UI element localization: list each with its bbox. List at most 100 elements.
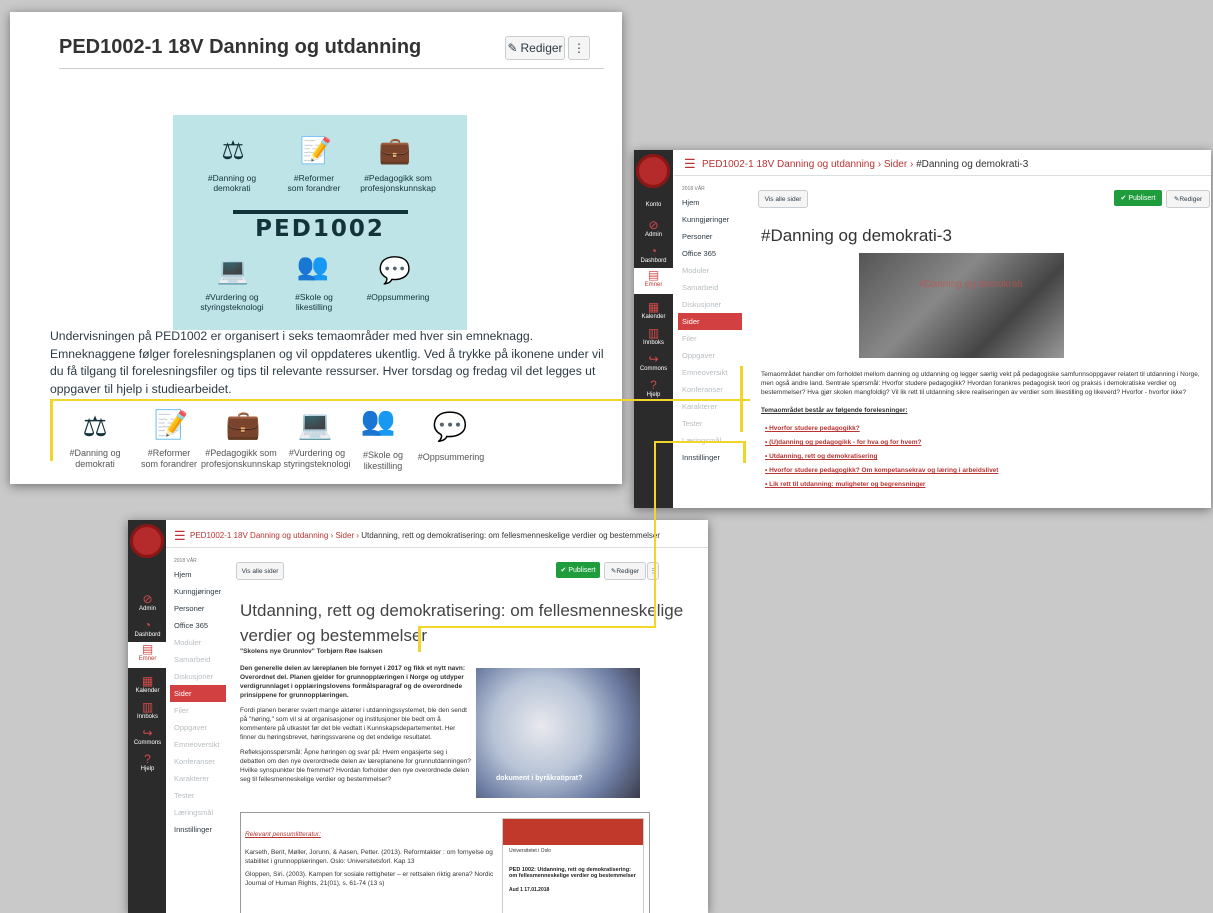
course-nav-item[interactable]: Filer: [170, 702, 226, 719]
course-nav-item[interactable]: Personer: [678, 228, 742, 245]
nav-dashboard[interactable]: ◔ Dashbord: [634, 244, 673, 264]
course-nav: 2018 VÅR Hjem Kunngjøringer Personer Off…: [170, 558, 226, 838]
lecture-link[interactable]: • Hvorfor studere pedagogikk? Om kompeta…: [765, 464, 1195, 478]
nav-help[interactable]: ? Hjelp: [128, 752, 167, 772]
laptop-icon[interactable]: 💻: [280, 408, 350, 441]
course-nav-item[interactable]: Samarbeid: [170, 651, 226, 668]
nav-courses[interactable]: ▤ Emner: [128, 642, 167, 668]
people-icon[interactable]: 👥: [273, 251, 353, 282]
dashboard-icon: ◔: [649, 244, 658, 258]
check-icon: ✔: [560, 567, 567, 574]
divider: [59, 68, 604, 69]
course-nav-item[interactable]: Diskusjoner: [170, 668, 226, 685]
breadcrumb: PED1002-1 18V Danning og utdanning › Sid…: [702, 159, 1029, 170]
course-nav-item[interactable]: Tester: [678, 415, 742, 432]
people-icon[interactable]: 👥: [343, 404, 413, 437]
view-all-pages-button[interactable]: Vis alle sider: [236, 562, 284, 580]
help-icon: ?: [144, 752, 151, 766]
view-all-pages-button[interactable]: Vis alle sider: [758, 190, 808, 208]
lecture-link[interactable]: • Lik rett til utdanning: muligheter og …: [765, 478, 1195, 492]
scales-icon[interactable]: ⚖: [60, 410, 130, 443]
nav-dashboard[interactable]: ◔ Dashbord: [128, 618, 167, 638]
literature-heading[interactable]: Relevant pensumlitteratur:: [245, 830, 321, 839]
banner-label: #Vurdering og styringsteknologi: [200, 292, 264, 312]
nav-calendar[interactable]: ▦ Kalender: [634, 300, 673, 320]
course-nav-item[interactable]: Moduler: [678, 262, 742, 279]
pencil-icon: ✎: [507, 41, 518, 55]
briefcase-icon[interactable]: 💼: [355, 135, 435, 166]
laptop-icon[interactable]: 💻: [193, 255, 273, 286]
course-nav-item[interactable]: Office 365: [170, 617, 226, 634]
lecture-list: • Hvorfor studere pedagogikk? • (U)danni…: [765, 422, 1195, 492]
shield-icon: ⊘: [142, 592, 153, 606]
course-nav-item[interactable]: Diskusjoner: [678, 296, 742, 313]
danning-page-window: Konto ⊘ Admin ◔ Dashbord ▤ Emner ▦ Kalender …: [634, 150, 1211, 508]
page-heading: Utdanning, rett og demokratisering: om f…: [240, 601, 684, 645]
banner-label: #Oppsummering: [366, 292, 430, 302]
chat-icon[interactable]: 💬: [355, 255, 435, 286]
topic-description: Temaområdet handler om forholdet mellom …: [761, 371, 1200, 396]
course-nav-item[interactable]: Innstillinger: [170, 821, 226, 838]
course-nav-item[interactable]: Innstillinger: [678, 449, 742, 466]
edit-button[interactable]: ✎ Rediger: [604, 562, 646, 580]
hamburger-icon[interactable]: ☰: [684, 156, 696, 172]
scales-icon[interactable]: ⚖: [193, 135, 273, 166]
course-nav-item[interactable]: Filer: [678, 330, 742, 347]
nav-help[interactable]: ? Hjelp: [634, 378, 673, 398]
course-nav-item[interactable]: Konferanser: [170, 753, 226, 770]
course-nav-item-active[interactable]: Sider: [170, 685, 226, 702]
breadcrumb: PED1002-1 18V Danning og utdanning › Sid…: [190, 531, 661, 540]
edit-button[interactable]: ✎ Rediger: [1166, 190, 1210, 208]
course-nav-item[interactable]: Personer: [170, 600, 226, 617]
course-nav-item[interactable]: Konferanser: [678, 381, 742, 398]
course-nav-item[interactable]: Samarbeid: [678, 279, 742, 296]
course-nav-item[interactable]: Office 365: [678, 245, 742, 262]
university-seal-logo: [636, 154, 670, 188]
course-nav-item[interactable]: Kunngjøringer: [170, 583, 226, 600]
course-nav-item-active[interactable]: Sider: [678, 313, 742, 330]
nav-account[interactable]: Konto: [634, 202, 673, 208]
nav-admin[interactable]: ⊘ Admin: [128, 592, 167, 612]
nav-inbox[interactable]: ▥ Innboks: [128, 700, 167, 720]
arrow-right-icon: ↪: [142, 726, 153, 740]
edit-button[interactable]: ✎ Rediger: [505, 36, 565, 60]
course-nav-item[interactable]: Moduler: [170, 634, 226, 651]
course-nav-item[interactable]: Emneoversikt: [678, 364, 742, 381]
nav-calendar[interactable]: ▦ Kalender: [128, 674, 167, 694]
course-nav-item[interactable]: Hjem: [678, 194, 742, 211]
course-nav-item[interactable]: Karakterer: [170, 770, 226, 787]
course-nav: 2018 VÅR Hjem Kunngjøringer Personer Off…: [678, 186, 742, 466]
nav-courses[interactable]: ▤ Emner: [634, 268, 673, 294]
subtitle: "Skolens nye Grunnlov" Torbjørn Røe Isak…: [240, 648, 383, 655]
page-title: PED1002-1 18V Danning og utdanning: [59, 36, 422, 58]
briefcase-icon[interactable]: 💼: [208, 408, 278, 441]
published-button[interactable]: ✔ Publisert: [556, 562, 600, 578]
nav-inbox[interactable]: ▥ Innboks: [634, 326, 673, 346]
course-nav-item[interactable]: Oppgaver: [170, 719, 226, 736]
more-options-button[interactable]: ⋮: [568, 36, 590, 60]
nav-commons[interactable]: ↪ Commons: [634, 352, 673, 372]
course-nav-item[interactable]: Hjem: [170, 566, 226, 583]
chat-icon[interactable]: 💬: [415, 410, 485, 443]
course-nav-item[interactable]: Tester: [170, 787, 226, 804]
header-image: #Danning og demokrati: [859, 253, 1064, 358]
course-logo: PED1002: [255, 216, 385, 242]
lecture-link[interactable]: • Utdanning, rett og demokratisering: [765, 450, 1195, 464]
nav-commons[interactable]: ↪ Commons: [128, 726, 167, 746]
course-nav-item[interactable]: Kunngjøringer: [678, 211, 742, 228]
published-button[interactable]: ✔ Publisert: [1114, 190, 1162, 206]
cartoon-image: dokument i byråkratiprat?: [476, 668, 640, 798]
more-options-button[interactable]: ⋮: [647, 562, 659, 580]
arrow-right-icon: ↪: [648, 352, 659, 366]
hamburger-icon[interactable]: ☰: [174, 528, 186, 544]
banner-label: #Skole og likestilling: [295, 292, 333, 312]
lecture-link[interactable]: • Hvorfor studere pedagogikk?: [765, 422, 1195, 436]
nav-admin[interactable]: ⊘ Admin: [634, 218, 673, 238]
notepad-icon[interactable]: 📝: [276, 135, 356, 166]
paragraph: Fordi planen berører svært mange aktører…: [240, 707, 467, 741]
lecture-link[interactable]: • (U)danning og pedagogikk - for hva og …: [765, 436, 1195, 450]
course-nav-item[interactable]: Emneoversikt: [170, 736, 226, 753]
notepad-icon[interactable]: 📝: [136, 408, 206, 441]
course-nav-item[interactable]: Oppgaver: [678, 347, 742, 364]
course-nav-item[interactable]: Læringsmål: [170, 804, 226, 821]
